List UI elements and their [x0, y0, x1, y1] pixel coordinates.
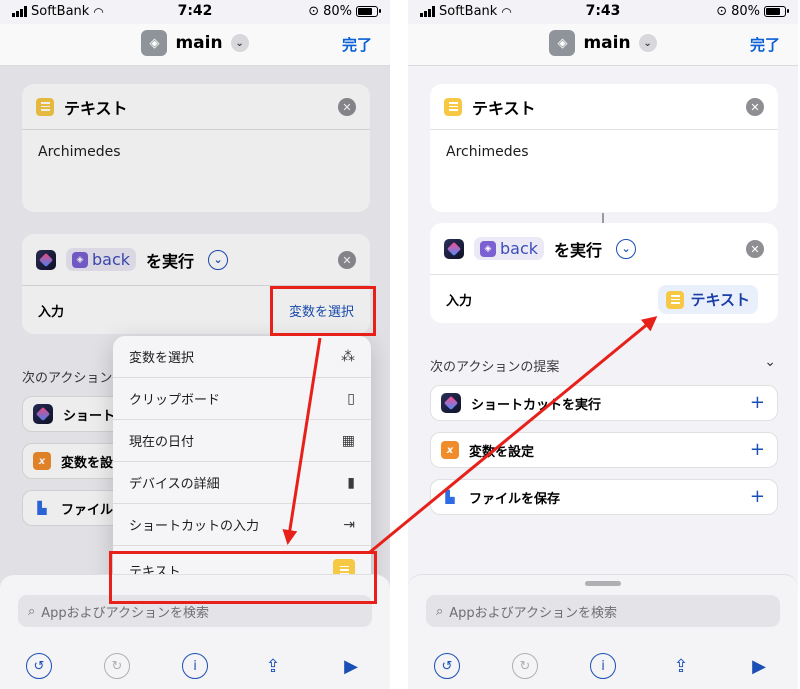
annotation-arrows [282, 316, 658, 554]
arrow-to-text-item [282, 337, 322, 545]
arrow-to-input-pill [369, 316, 658, 554]
